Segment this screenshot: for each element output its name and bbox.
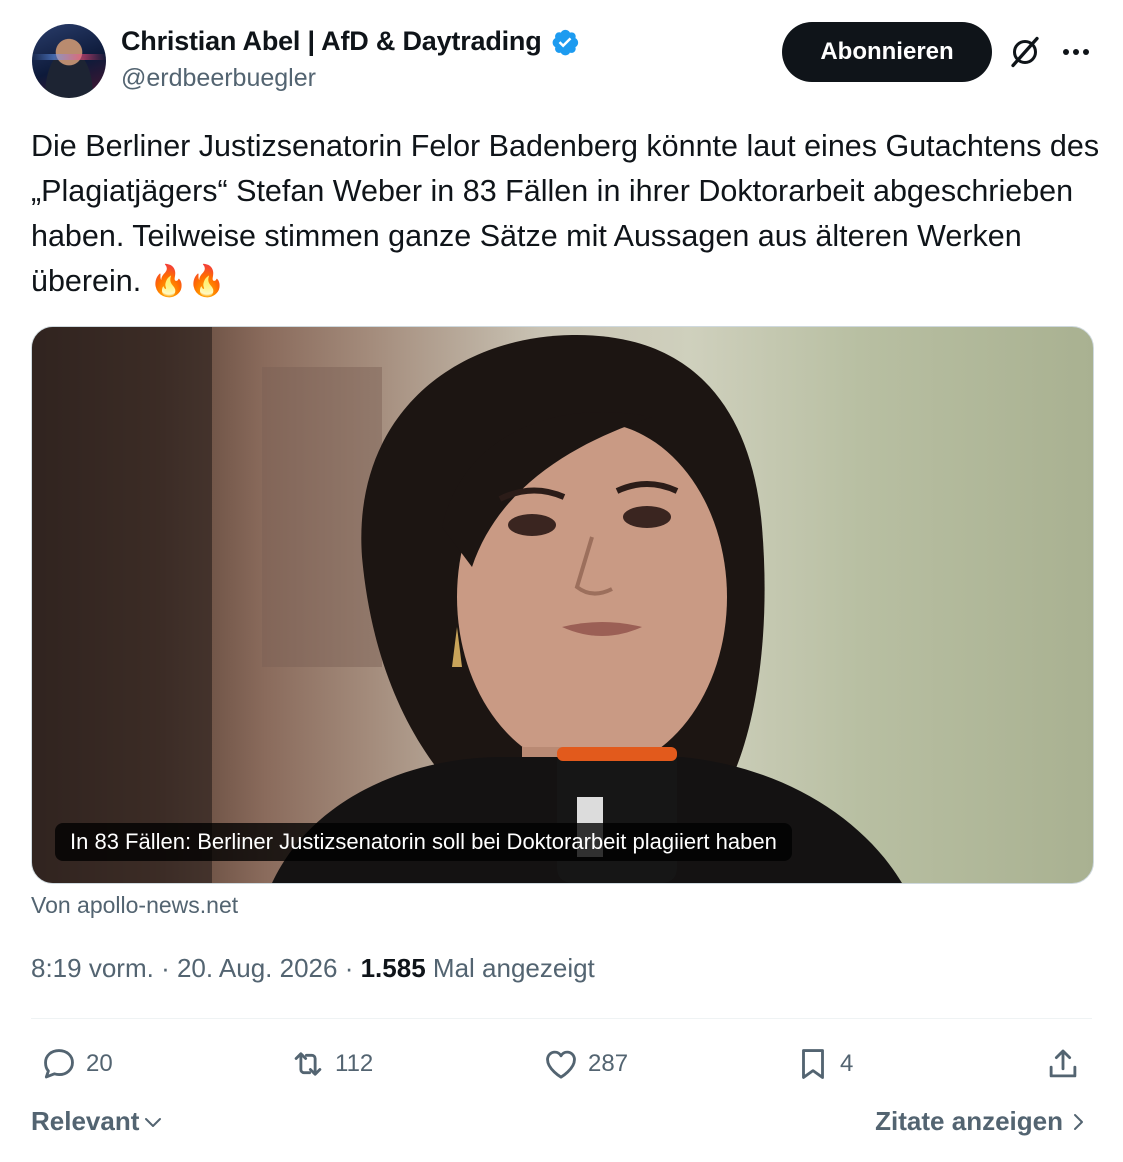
share-icon [1049, 1049, 1077, 1078]
follow-button[interactable]: Abonnieren [782, 22, 992, 82]
tweet-text: Die Berliner Justizsenatorin Felor Baden… [31, 129, 1100, 298]
reply-count: 20 [86, 1050, 113, 1077]
share-button[interactable] [1044, 1042, 1082, 1086]
author-display-name[interactable]: Christian Abel | AfD & Daytrading [121, 26, 542, 57]
repost-count: 112 [335, 1050, 374, 1077]
view-quotes-link[interactable]: Zitate anzeigen [875, 1106, 1087, 1137]
chevron-down-icon [145, 1117, 162, 1127]
sort-replies-dropdown[interactable]: Relevant [31, 1106, 163, 1137]
repost-button[interactable]: 112 [289, 1042, 373, 1086]
link-card-image[interactable]: In 83 Fällen: Berliner Justizsenatorin s… [31, 326, 1094, 884]
heart-icon [546, 1050, 576, 1079]
like-button[interactable]: 287 [542, 1042, 628, 1086]
author-handle[interactable]: @erdbeerbuegler [121, 64, 316, 93]
views-label: Mal angezeigt [432, 953, 595, 983]
bookmark-icon [802, 1049, 824, 1079]
reply-button[interactable]: 20 [40, 1042, 113, 1086]
bookmark-button[interactable]: 4 [794, 1042, 853, 1086]
link-source[interactable]: Von apollo-news.net [31, 892, 238, 919]
verified-badge-icon [552, 29, 578, 55]
grok-icon[interactable] [1007, 34, 1043, 70]
repost-icon [294, 1052, 322, 1076]
meta-separator: · [344, 953, 354, 983]
meta-separator: · [161, 953, 170, 983]
sort-label: Relevant [31, 1106, 140, 1136]
more-icon[interactable] [1058, 38, 1094, 66]
author-avatar[interactable] [32, 24, 106, 98]
reply-icon [44, 1049, 74, 1079]
tweet-meta: 8:19 vorm. · 20. Aug. 2026 · 1.585 Mal a… [31, 953, 595, 984]
author-name-row: Christian Abel | AfD & Daytrading [121, 26, 580, 57]
bookmark-count: 4 [840, 1050, 854, 1077]
quotes-label: Zitate anzeigen [875, 1106, 1063, 1136]
tweet-time[interactable]: 8:19 vorm. [31, 953, 154, 983]
portrait-photo [32, 327, 902, 883]
chevron-right-icon [1074, 1113, 1083, 1130]
divider [31, 1018, 1092, 1019]
views-count: 1.585 [360, 953, 426, 983]
link-card-caption: In 83 Fällen: Berliner Justizsenatorin s… [55, 823, 792, 861]
like-count: 287 [588, 1050, 629, 1077]
tweet-date[interactable]: 20. Aug. 2026 [177, 953, 337, 983]
